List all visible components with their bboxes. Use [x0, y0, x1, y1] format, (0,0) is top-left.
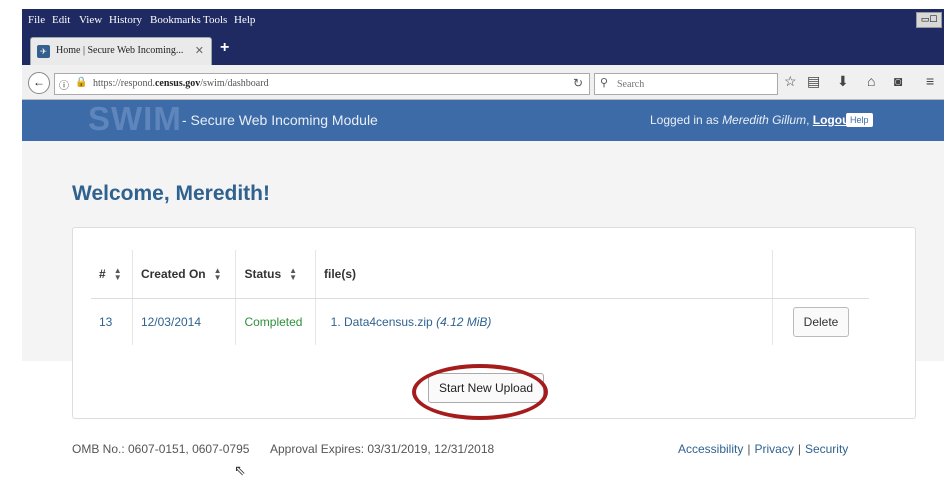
menu-help[interactable]: Help — [234, 14, 255, 26]
approval-expires: Approval Expires: 03/31/2019, 12/31/2018 — [270, 442, 495, 456]
welcome-heading: Welcome, Meredith! — [72, 182, 270, 205]
logged-in-prefix: Logged in as — [650, 113, 723, 127]
separator: | — [797, 442, 801, 456]
navigation-bar: ← ⓘ 🔒 https://respond.census.gov/swim/da… — [22, 65, 944, 100]
tab-strip: ✈ Home | Secure Web Incoming... ✕ + — [22, 33, 944, 66]
menu-edit[interactable]: Edit — [52, 14, 70, 26]
app-header: SWIM - Secure Web Incoming Module Logged… — [22, 100, 944, 141]
cell-created-on: 12/03/2014 — [132, 298, 237, 345]
url-path: /swim/dashboard — [200, 78, 269, 89]
table-row: 13 12/03/2014 Completed 1. Data4census.z… — [91, 298, 870, 346]
search-bar[interactable]: ⚲ — [594, 73, 778, 95]
file-link[interactable]: 1. Data4census.zip — [331, 315, 433, 329]
uploads-table: # ▲ ▼ Created On ▲ ▼ Status ▲ ▼ file(s) 13 12/… — [91, 250, 869, 345]
sort-arrows-icon[interactable]: ▲ ▼ — [214, 267, 222, 282]
url-scheme: https://respond. — [93, 78, 155, 89]
reading-list-icon[interactable]: ▤ — [807, 73, 820, 90]
download-icon[interactable]: ⬇ — [837, 73, 849, 90]
omb-number: OMB No.: 0607-0151, 0607-0795 — [72, 442, 250, 456]
url-text: https://respond.census.gov/swim/dashboar… — [93, 78, 269, 89]
col-number[interactable]: # ▲ ▼ — [91, 250, 133, 299]
menu-bookmarks[interactable]: Bookmarks — [150, 14, 201, 26]
menu-history[interactable]: History — [109, 14, 142, 26]
separator: | — [747, 442, 751, 456]
new-tab-button[interactable]: + — [220, 39, 229, 57]
status-badge: Completed — [235, 298, 316, 345]
app-title: - Secure Web Incoming Module — [182, 112, 378, 128]
logged-in-status: Logged in as Meredith Gillum, Logout — [650, 113, 853, 127]
footer-links: Accessibility | Privacy | Security — [678, 442, 848, 456]
cell-files: 1. Data4census.zip (4.12 MiB) — [315, 298, 773, 345]
window-controls-icon[interactable]: ▭☐ — [916, 12, 942, 28]
user-name: Meredith Gillum — [722, 113, 807, 127]
uploads-panel: # ▲ ▼ Created On ▲ ▼ Status ▲ ▼ file(s) 13 12/… — [72, 227, 916, 420]
file-size: (4.12 MiB) — [436, 315, 492, 329]
mouse-cursor-icon: ⇖ — [234, 462, 246, 478]
col-files-label: file(s) — [324, 267, 357, 281]
delete-button[interactable]: Delete — [792, 307, 850, 337]
start-new-upload-button[interactable]: Start New Upload — [428, 373, 545, 403]
lock-icon[interactable]: 🔒 — [75, 77, 87, 88]
pocket-icon[interactable]: ◙ — [894, 73, 902, 89]
col-files: file(s) — [315, 250, 773, 299]
col-status-label: Status — [244, 266, 282, 281]
privacy-link[interactable]: Privacy — [754, 442, 793, 456]
menu-bar: File Edit View History Bookmarks Tools H… — [22, 9, 944, 33]
help-button[interactable]: Help — [846, 113, 873, 127]
col-created-on[interactable]: Created On ▲ ▼ — [132, 250, 237, 299]
col-created-label: Created On — [140, 266, 206, 281]
cell-number: 13 — [91, 298, 133, 345]
tab-swim-home[interactable]: ✈ Home | Secure Web Incoming... ✕ — [30, 37, 212, 66]
table-header-row: # ▲ ▼ Created On ▲ ▼ Status ▲ ▼ file(s) — [91, 250, 869, 299]
search-input[interactable] — [615, 76, 769, 92]
search-icon: ⚲ — [600, 77, 609, 89]
close-icon[interactable]: ✕ — [195, 44, 204, 57]
tab-title: Home | Secure Web Incoming... — [56, 45, 184, 56]
reload-icon[interactable]: ↻ — [573, 76, 583, 90]
info-icon[interactable]: ⓘ — [59, 77, 69, 92]
col-number-label: # — [99, 266, 106, 281]
bookmark-star-icon[interactable]: ☆ — [784, 73, 797, 90]
url-domain: census.gov — [154, 78, 201, 89]
cell-actions: Delete — [773, 299, 870, 346]
comma: , — [806, 113, 813, 127]
back-arrow-icon[interactable]: ← — [28, 72, 50, 94]
home-icon[interactable]: ⌂ — [867, 73, 875, 89]
accessibility-link[interactable]: Accessibility — [678, 442, 743, 456]
menu-hamburger-icon[interactable]: ≡ — [926, 73, 934, 89]
sort-arrows-icon[interactable]: ▲ ▼ — [289, 267, 297, 282]
address-bar[interactable]: ⓘ 🔒 https://respond.census.gov/swim/dash… — [54, 73, 590, 95]
census-favicon-icon: ✈ — [37, 45, 50, 58]
swim-logo: SWIM — [88, 100, 182, 137]
menu-file[interactable]: File — [28, 14, 45, 26]
col-status[interactable]: Status ▲ ▼ — [235, 250, 316, 299]
col-actions — [772, 250, 869, 299]
menu-view[interactable]: View — [79, 14, 102, 26]
security-link[interactable]: Security — [805, 442, 848, 456]
sort-arrows-icon[interactable]: ▲ ▼ — [114, 267, 122, 282]
menu-tools[interactable]: Tools — [203, 14, 227, 26]
